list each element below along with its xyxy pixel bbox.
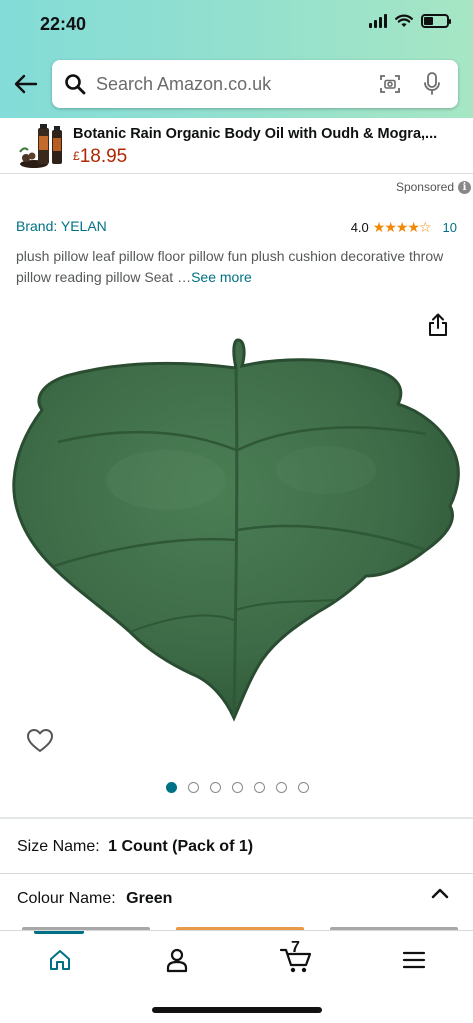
ad-title[interactable]: Botanic Rain Organic Body Oil with Oudh …: [73, 126, 453, 142]
status-time: 22:40: [40, 14, 87, 34]
product-image[interactable]: [6, 330, 468, 730]
home-indicator: [152, 1007, 322, 1013]
header-bar: 22:40: [0, 0, 473, 118]
nav-cart[interactable]: 7: [276, 939, 316, 975]
image-carousel-dots[interactable]: [166, 782, 309, 793]
camera-scan-button[interactable]: [376, 70, 404, 98]
colour-value: Green: [126, 890, 173, 907]
menu-icon: [402, 951, 426, 969]
size-label: Size Name:: [17, 838, 100, 855]
account-icon: [166, 948, 188, 973]
nav-account[interactable]: [157, 945, 197, 975]
carousel-dot[interactable]: [276, 782, 287, 793]
product-title: plush pillow leaf pillow floor pillow fu…: [16, 246, 456, 288]
rating-summary[interactable]: 4.0 ★★★★☆ 10: [351, 219, 457, 236]
nav-menu[interactable]: [394, 945, 434, 975]
wifi-icon: [395, 14, 413, 27]
sponsored-text: Sponsored: [395, 180, 454, 194]
colour-option[interactable]: Colour Name: Green: [17, 890, 172, 908]
search-icon: [65, 74, 86, 95]
cart-count: 7: [291, 939, 300, 956]
rating-stars: ★★★★☆: [372, 219, 432, 235]
camera-scan-icon: [380, 75, 400, 93]
sponsored-ad-banner[interactable]: Botanic Rain Organic Body Oil with Oudh …: [0, 118, 473, 174]
see-more-link[interactable]: See more: [191, 269, 252, 285]
size-option[interactable]: Size Name: 1 Count (Pack of 1): [17, 838, 253, 856]
ad-price-value: 18.95: [79, 146, 128, 167]
microphone-icon: [424, 72, 440, 95]
carousel-dot[interactable]: [298, 782, 309, 793]
review-count[interactable]: 10: [443, 220, 457, 235]
search-input[interactable]: [96, 73, 362, 95]
back-button[interactable]: [10, 68, 42, 100]
info-icon[interactable]: i: [458, 180, 471, 194]
ad-price-currency: £: [73, 149, 80, 163]
divider: [0, 817, 473, 819]
colour-label: Colour Name:: [17, 890, 116, 907]
home-icon: [50, 950, 70, 970]
active-tab-indicator: [34, 931, 84, 934]
rating-value: 4.0: [350, 220, 369, 235]
carousel-dot[interactable]: [254, 782, 265, 793]
size-value: 1 Count (Pack of 1): [108, 838, 254, 855]
back-arrow-icon: [14, 74, 38, 94]
status-icons: [369, 14, 451, 28]
signal-icon: [369, 14, 387, 28]
nav-home[interactable]: [40, 945, 80, 975]
battery-icon: [421, 14, 451, 28]
divider: [0, 873, 473, 874]
voice-search-button[interactable]: [418, 70, 446, 98]
carousel-dot[interactable]: [210, 782, 221, 793]
sponsored-label: Sponsored i: [396, 180, 471, 194]
brand-link[interactable]: Brand: YELAN: [16, 218, 107, 234]
chevron-up-icon[interactable]: [430, 886, 450, 900]
carousel-dot[interactable]: [166, 782, 177, 793]
heart-icon[interactable]: [26, 728, 54, 754]
ad-price: £18.95: [73, 146, 127, 168]
carousel-dot[interactable]: [188, 782, 199, 793]
ad-product-thumbnail: [19, 124, 62, 168]
carousel-dot[interactable]: [232, 782, 243, 793]
search-bar[interactable]: [52, 60, 458, 108]
